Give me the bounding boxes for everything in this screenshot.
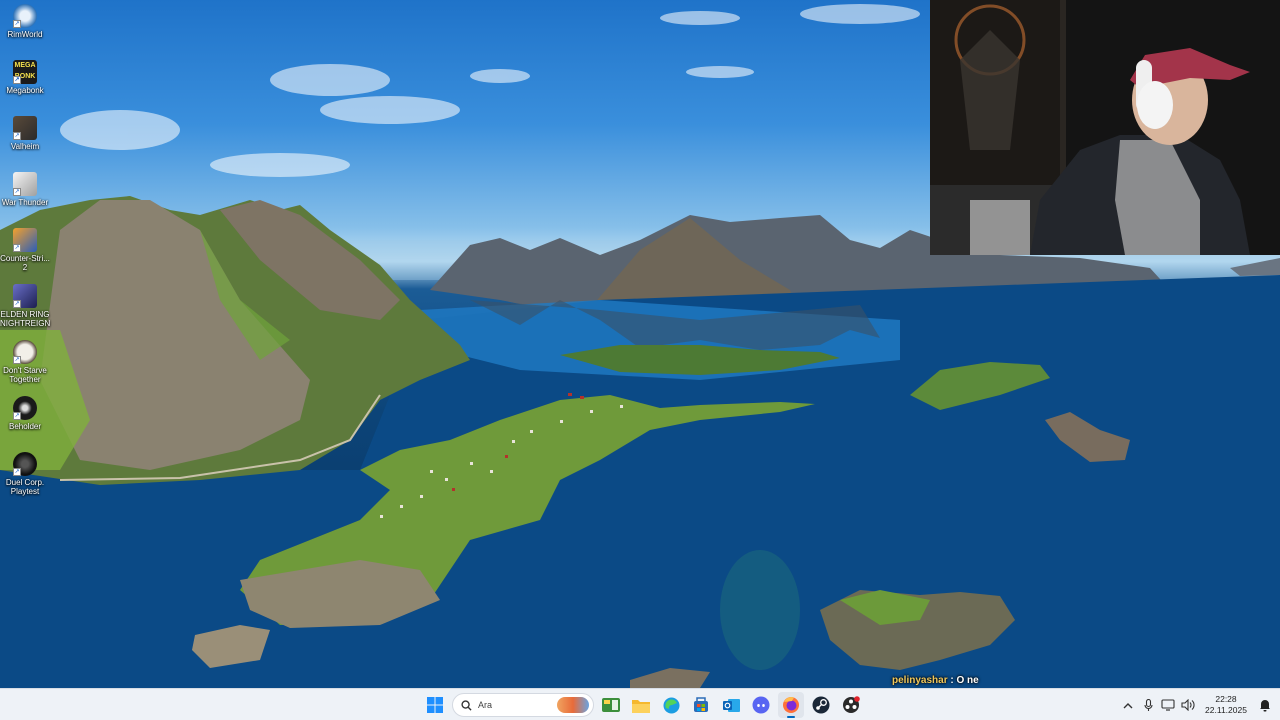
recording-badge-icon (854, 696, 860, 702)
desktop-icon-megabonk[interactable]: MEGA BONK ↗ Megabonk (0, 60, 50, 95)
store-icon (694, 697, 708, 712)
shortcut-arrow-icon: ↗ (13, 300, 21, 308)
desktop-icon-label: War Thunder (1, 198, 49, 207)
outlook-button[interactable] (718, 692, 744, 718)
desktop-icon-elden-ring[interactable]: ↗ ELDEN RING NIGHTREIGN (0, 284, 50, 328)
tray-overflow-button[interactable] (1118, 695, 1138, 715)
desktop-icon-valheim[interactable]: ↗ Valheim (0, 116, 50, 151)
volume-icon (1181, 699, 1195, 711)
desktop-icon-beholder[interactable]: ↗ Beholder (0, 396, 50, 431)
search-placeholder: Ara (478, 700, 493, 710)
system-tray: 22:28 22.11.2025 (1118, 689, 1280, 720)
shortcut-arrow-icon: ↗ (13, 76, 21, 84)
valheim-icon: ↗ (13, 116, 37, 140)
shortcut-arrow-icon: ↗ (13, 244, 21, 252)
webcam-overlay (930, 0, 1280, 255)
shortcut-arrow-icon: ↗ (13, 20, 21, 28)
start-button[interactable] (422, 692, 448, 718)
desktop-icon-war-thunder[interactable]: ↗ War Thunder (0, 172, 50, 207)
widgets-button[interactable] (598, 692, 624, 718)
counter-strike-icon: ↗ (13, 228, 37, 252)
war-thunder-icon: ↗ (13, 172, 37, 196)
beholder-icon: ↗ (13, 396, 37, 420)
desktop-icon-duel-corp[interactable]: ↗ Duel Corp. Playtest (0, 452, 50, 496)
shortcut-arrow-icon: ↗ (13, 356, 21, 364)
search-highlight-icon (557, 697, 589, 713)
outlook-icon (722, 698, 740, 712)
chat-message: pelinyashar : O ne (892, 675, 979, 686)
notification-bell-icon (1260, 699, 1270, 711)
taskbar-apps: Ara (422, 689, 864, 720)
shortcut-arrow-icon: ↗ (13, 412, 21, 420)
taskbar: Ara 22:28 22.11.2025 (0, 688, 1280, 720)
shortcut-arrow-icon: ↗ (13, 188, 21, 196)
desktop-icon-label: Don't Starve Together (3, 366, 47, 384)
store-button[interactable] (688, 692, 714, 718)
taskbar-search[interactable]: Ara (452, 693, 594, 717)
firefox-button[interactable] (778, 692, 804, 718)
firefox-icon (783, 697, 799, 713)
desktop-icon-dont-starve[interactable]: ↗ Don't Starve Together (0, 340, 50, 384)
duel-corp-icon: ↗ (13, 452, 37, 476)
search-icon (461, 699, 472, 711)
obs-button[interactable] (838, 692, 864, 718)
shortcut-arrow-icon: ↗ (13, 468, 21, 476)
clock-date: 22.11.2025 (1205, 705, 1247, 715)
windows-icon (427, 697, 443, 713)
steam-icon (812, 696, 830, 714)
edge-icon (663, 697, 679, 713)
volume-button[interactable] (1178, 695, 1198, 715)
microphone-button[interactable] (1138, 695, 1158, 715)
discord-icon (752, 696, 770, 714)
webcam-feed (930, 0, 1280, 255)
desktop-icon-label: Beholder (8, 422, 42, 431)
widgets-icon (602, 698, 620, 712)
microphone-icon (1143, 698, 1153, 711)
clock-time: 22:28 (1215, 694, 1237, 704)
desktop-icon-label: ELDEN RING NIGHTREIGN (0, 310, 51, 328)
edge-button[interactable] (658, 692, 684, 718)
chat-username: pelinyashar (892, 675, 948, 686)
desktop-icon-counter-strike[interactable]: ↗ Counter-Stri... 2 (0, 228, 50, 272)
dont-starve-icon: ↗ (13, 340, 37, 364)
notifications-button[interactable] (1254, 694, 1276, 716)
chevron-up-icon (1123, 702, 1133, 708)
desktop-icon-label: RimWorld (7, 30, 43, 39)
steam-button[interactable] (808, 692, 834, 718)
megabonk-icon: MEGA BONK ↗ (13, 60, 37, 84)
chat-text: O ne (956, 675, 979, 686)
discord-button[interactable] (748, 692, 774, 718)
elden-ring-icon: ↗ (13, 284, 37, 308)
shortcut-arrow-icon: ↗ (13, 132, 21, 140)
rimworld-icon: ↗ (13, 4, 37, 28)
network-button[interactable] (1158, 695, 1178, 715)
obs-icon (843, 696, 860, 713)
desktop-icon-rimworld[interactable]: ↗ RimWorld (0, 4, 50, 39)
file-explorer-button[interactable] (628, 692, 654, 718)
desktop-icon-label: Counter-Stri... 2 (0, 254, 50, 272)
desktop-icon-label: Duel Corp. Playtest (5, 478, 45, 496)
taskbar-clock[interactable]: 22:28 22.11.2025 (1198, 694, 1254, 716)
folder-icon (632, 699, 650, 713)
desktop-icon-label: Valheim (10, 142, 40, 151)
network-icon (1161, 699, 1175, 711)
desktop-icon-label: Megabonk (6, 86, 44, 95)
